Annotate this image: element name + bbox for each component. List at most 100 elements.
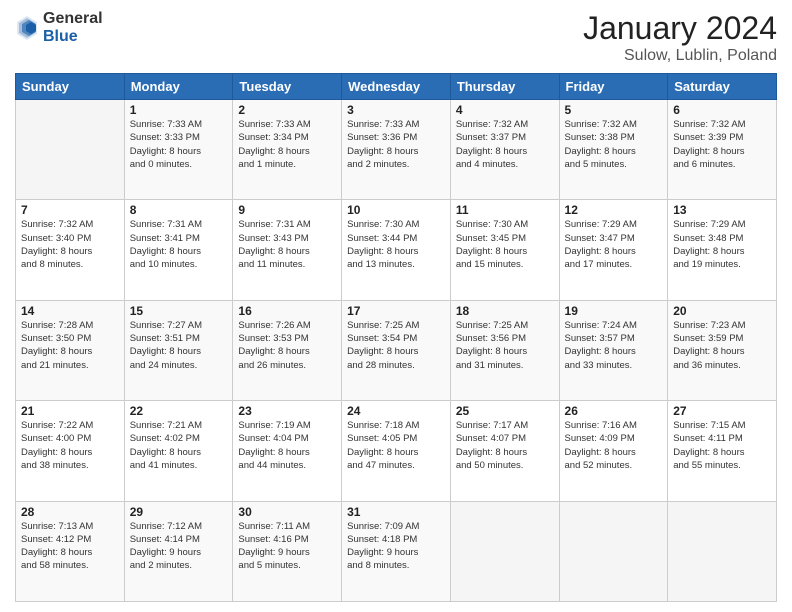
day-number: 7	[21, 203, 119, 217]
calendar-week-3: 14Sunrise: 7:28 AM Sunset: 3:50 PM Dayli…	[16, 300, 777, 400]
calendar-cell: 27Sunrise: 7:15 AM Sunset: 4:11 PM Dayli…	[668, 401, 777, 501]
day-number: 18	[456, 304, 554, 318]
day-info: Sunrise: 7:30 AM Sunset: 3:44 PM Dayligh…	[347, 218, 445, 271]
calendar-cell: 17Sunrise: 7:25 AM Sunset: 3:54 PM Dayli…	[342, 300, 451, 400]
day-number: 24	[347, 404, 445, 418]
day-info: Sunrise: 7:32 AM Sunset: 3:37 PM Dayligh…	[456, 118, 554, 171]
day-info: Sunrise: 7:32 AM Sunset: 3:40 PM Dayligh…	[21, 218, 119, 271]
calendar-cell: 22Sunrise: 7:21 AM Sunset: 4:02 PM Dayli…	[124, 401, 233, 501]
day-info: Sunrise: 7:33 AM Sunset: 3:36 PM Dayligh…	[347, 118, 445, 171]
day-info: Sunrise: 7:30 AM Sunset: 3:45 PM Dayligh…	[456, 218, 554, 271]
calendar-cell	[16, 100, 125, 200]
calendar-cell: 26Sunrise: 7:16 AM Sunset: 4:09 PM Dayli…	[559, 401, 668, 501]
day-number: 21	[21, 404, 119, 418]
calendar-cell: 14Sunrise: 7:28 AM Sunset: 3:50 PM Dayli…	[16, 300, 125, 400]
day-number: 3	[347, 103, 445, 117]
weekday-header-thursday: Thursday	[450, 74, 559, 100]
weekday-header-sunday: Sunday	[16, 74, 125, 100]
day-info: Sunrise: 7:18 AM Sunset: 4:05 PM Dayligh…	[347, 419, 445, 472]
day-info: Sunrise: 7:31 AM Sunset: 3:41 PM Dayligh…	[130, 218, 228, 271]
day-info: Sunrise: 7:15 AM Sunset: 4:11 PM Dayligh…	[673, 419, 771, 472]
calendar-cell: 13Sunrise: 7:29 AM Sunset: 3:48 PM Dayli…	[668, 200, 777, 300]
calendar-cell: 8Sunrise: 7:31 AM Sunset: 3:41 PM Daylig…	[124, 200, 233, 300]
day-info: Sunrise: 7:26 AM Sunset: 3:53 PM Dayligh…	[238, 319, 336, 372]
day-info: Sunrise: 7:24 AM Sunset: 3:57 PM Dayligh…	[565, 319, 663, 372]
day-info: Sunrise: 7:13 AM Sunset: 4:12 PM Dayligh…	[21, 520, 119, 573]
logo-text: General Blue	[43, 10, 103, 45]
calendar-cell: 16Sunrise: 7:26 AM Sunset: 3:53 PM Dayli…	[233, 300, 342, 400]
calendar-cell: 29Sunrise: 7:12 AM Sunset: 4:14 PM Dayli…	[124, 501, 233, 601]
day-number: 11	[456, 203, 554, 217]
day-number: 6	[673, 103, 771, 117]
weekday-header-tuesday: Tuesday	[233, 74, 342, 100]
calendar-cell: 7Sunrise: 7:32 AM Sunset: 3:40 PM Daylig…	[16, 200, 125, 300]
calendar-cell: 1Sunrise: 7:33 AM Sunset: 3:33 PM Daylig…	[124, 100, 233, 200]
weekday-header-wednesday: Wednesday	[342, 74, 451, 100]
day-info: Sunrise: 7:29 AM Sunset: 3:47 PM Dayligh…	[565, 218, 663, 271]
calendar-cell: 31Sunrise: 7:09 AM Sunset: 4:18 PM Dayli…	[342, 501, 451, 601]
calendar-cell: 12Sunrise: 7:29 AM Sunset: 3:47 PM Dayli…	[559, 200, 668, 300]
calendar-cell: 5Sunrise: 7:32 AM Sunset: 3:38 PM Daylig…	[559, 100, 668, 200]
weekday-header-monday: Monday	[124, 74, 233, 100]
day-number: 17	[347, 304, 445, 318]
header: General Blue January 2024 Sulow, Lublin,…	[15, 10, 777, 65]
logo-icon	[15, 14, 39, 42]
subtitle: Sulow, Lublin, Poland	[583, 47, 777, 65]
calendar-week-1: 1Sunrise: 7:33 AM Sunset: 3:33 PM Daylig…	[16, 100, 777, 200]
day-info: Sunrise: 7:27 AM Sunset: 3:51 PM Dayligh…	[130, 319, 228, 372]
day-number: 13	[673, 203, 771, 217]
day-info: Sunrise: 7:09 AM Sunset: 4:18 PM Dayligh…	[347, 520, 445, 573]
day-number: 29	[130, 505, 228, 519]
day-info: Sunrise: 7:29 AM Sunset: 3:48 PM Dayligh…	[673, 218, 771, 271]
title-section: January 2024 Sulow, Lublin, Poland	[583, 10, 777, 65]
day-info: Sunrise: 7:33 AM Sunset: 3:33 PM Dayligh…	[130, 118, 228, 171]
calendar-cell: 18Sunrise: 7:25 AM Sunset: 3:56 PM Dayli…	[450, 300, 559, 400]
day-info: Sunrise: 7:23 AM Sunset: 3:59 PM Dayligh…	[673, 319, 771, 372]
day-number: 15	[130, 304, 228, 318]
day-info: Sunrise: 7:22 AM Sunset: 4:00 PM Dayligh…	[21, 419, 119, 472]
day-number: 1	[130, 103, 228, 117]
day-number: 27	[673, 404, 771, 418]
day-info: Sunrise: 7:25 AM Sunset: 3:56 PM Dayligh…	[456, 319, 554, 372]
day-number: 20	[673, 304, 771, 318]
day-info: Sunrise: 7:32 AM Sunset: 3:38 PM Dayligh…	[565, 118, 663, 171]
day-number: 2	[238, 103, 336, 117]
logo-blue: Blue	[43, 28, 103, 46]
day-info: Sunrise: 7:28 AM Sunset: 3:50 PM Dayligh…	[21, 319, 119, 372]
day-number: 10	[347, 203, 445, 217]
main-title: January 2024	[583, 10, 777, 47]
weekday-header-row: SundayMondayTuesdayWednesdayThursdayFrid…	[16, 74, 777, 100]
calendar-cell: 21Sunrise: 7:22 AM Sunset: 4:00 PM Dayli…	[16, 401, 125, 501]
calendar-cell: 30Sunrise: 7:11 AM Sunset: 4:16 PM Dayli…	[233, 501, 342, 601]
day-info: Sunrise: 7:33 AM Sunset: 3:34 PM Dayligh…	[238, 118, 336, 171]
calendar-cell: 23Sunrise: 7:19 AM Sunset: 4:04 PM Dayli…	[233, 401, 342, 501]
calendar-cell: 24Sunrise: 7:18 AM Sunset: 4:05 PM Dayli…	[342, 401, 451, 501]
calendar-cell: 2Sunrise: 7:33 AM Sunset: 3:34 PM Daylig…	[233, 100, 342, 200]
day-info: Sunrise: 7:12 AM Sunset: 4:14 PM Dayligh…	[130, 520, 228, 573]
day-number: 8	[130, 203, 228, 217]
day-number: 28	[21, 505, 119, 519]
calendar-week-2: 7Sunrise: 7:32 AM Sunset: 3:40 PM Daylig…	[16, 200, 777, 300]
day-number: 9	[238, 203, 336, 217]
calendar-cell	[559, 501, 668, 601]
day-number: 22	[130, 404, 228, 418]
page: General Blue January 2024 Sulow, Lublin,…	[0, 0, 792, 612]
logo-general: General	[43, 10, 103, 28]
day-number: 4	[456, 103, 554, 117]
calendar-week-4: 21Sunrise: 7:22 AM Sunset: 4:00 PM Dayli…	[16, 401, 777, 501]
day-number: 14	[21, 304, 119, 318]
day-info: Sunrise: 7:31 AM Sunset: 3:43 PM Dayligh…	[238, 218, 336, 271]
logo: General Blue	[15, 10, 103, 45]
day-info: Sunrise: 7:25 AM Sunset: 3:54 PM Dayligh…	[347, 319, 445, 372]
calendar-cell: 20Sunrise: 7:23 AM Sunset: 3:59 PM Dayli…	[668, 300, 777, 400]
calendar-cell	[450, 501, 559, 601]
calendar-cell: 15Sunrise: 7:27 AM Sunset: 3:51 PM Dayli…	[124, 300, 233, 400]
day-number: 19	[565, 304, 663, 318]
day-number: 5	[565, 103, 663, 117]
day-number: 12	[565, 203, 663, 217]
day-number: 31	[347, 505, 445, 519]
calendar-cell: 4Sunrise: 7:32 AM Sunset: 3:37 PM Daylig…	[450, 100, 559, 200]
calendar-cell: 28Sunrise: 7:13 AM Sunset: 4:12 PM Dayli…	[16, 501, 125, 601]
calendar-cell: 3Sunrise: 7:33 AM Sunset: 3:36 PM Daylig…	[342, 100, 451, 200]
calendar-cell: 25Sunrise: 7:17 AM Sunset: 4:07 PM Dayli…	[450, 401, 559, 501]
